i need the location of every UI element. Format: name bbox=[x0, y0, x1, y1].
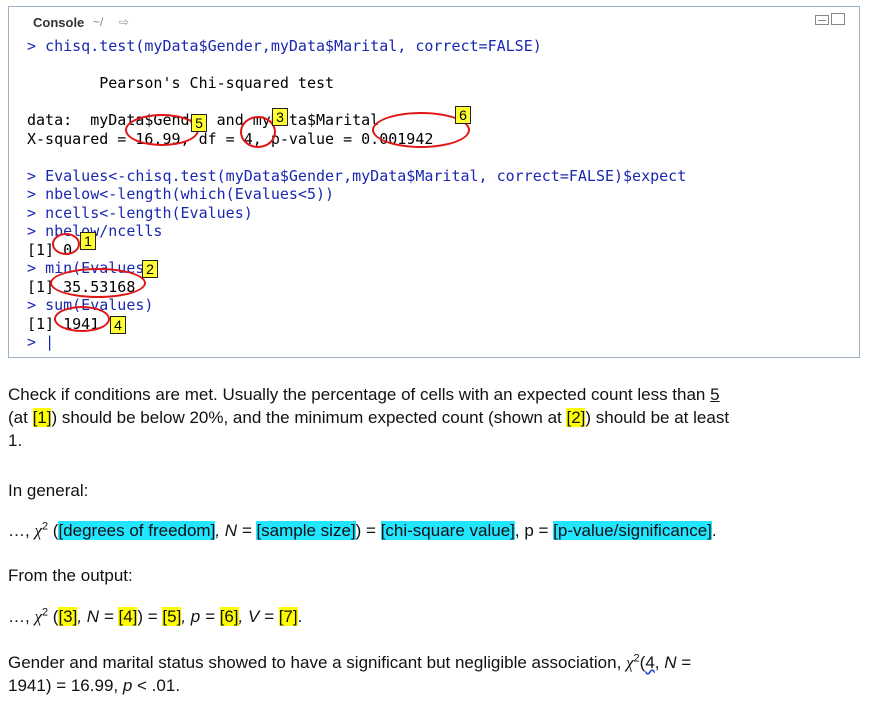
template-text: , p = bbox=[181, 607, 220, 626]
threshold-five: 5 bbox=[710, 385, 720, 404]
template-text: . bbox=[711, 521, 717, 540]
annotation-ellipse-sum bbox=[54, 306, 110, 332]
console-line: > sum(Evalues) bbox=[27, 296, 686, 315]
marker-1: 1 bbox=[80, 232, 96, 250]
annotation-ellipse-min bbox=[50, 268, 146, 298]
conditions-text: ) should be at least bbox=[585, 408, 730, 427]
ref-4: [4] bbox=[118, 607, 138, 626]
template-text: …, bbox=[8, 607, 35, 626]
template-text: , p = bbox=[514, 521, 554, 540]
window-controls bbox=[815, 13, 845, 25]
in-general-text: In general: bbox=[8, 481, 89, 500]
from-output-text: From the output: bbox=[8, 566, 133, 585]
conclusion-text: < .01. bbox=[132, 676, 181, 695]
console-line: > ncells<-length(Evalues) bbox=[27, 204, 686, 223]
console-line: > Evalues<-chisq.test(myData$Gender,myDa… bbox=[27, 167, 686, 186]
console-line: [1] 0 bbox=[27, 241, 686, 260]
placeholder-p-value: [p-value/significance] bbox=[553, 521, 712, 540]
conditions-text: 1. bbox=[8, 431, 23, 450]
conclusion-text: , bbox=[654, 653, 665, 672]
console-path[interactable]: ~/ bbox=[93, 15, 103, 29]
annotation-ellipse-prop-below bbox=[52, 233, 80, 255]
maximize-icon[interactable] bbox=[831, 13, 845, 25]
marker-6: 6 bbox=[455, 106, 471, 124]
console-output[interactable]: > chisq.test(myData$Gender,myData$Marita… bbox=[27, 37, 686, 352]
marker-4: 4 bbox=[110, 316, 126, 334]
console-command: | bbox=[45, 333, 55, 351]
annotation-ellipse-df bbox=[240, 116, 276, 148]
chi-symbol: χ bbox=[626, 653, 634, 672]
console-title: Console bbox=[33, 15, 85, 30]
console-command: nbelow<-length(which(Evalues<5)) bbox=[45, 185, 335, 203]
template-text: ) = bbox=[355, 521, 381, 540]
annotation-ellipse-chisq bbox=[125, 114, 199, 146]
console-command: ncells<-length(Evalues) bbox=[45, 203, 253, 222]
conditions-paragraph: Check if conditions are met. Usually the… bbox=[8, 383, 848, 452]
template-text: , N = bbox=[215, 521, 257, 540]
ref-6: [6] bbox=[219, 607, 239, 626]
conclusion-text: 1941) = 16.99, bbox=[8, 676, 123, 695]
conclusion-text: N bbox=[664, 653, 677, 672]
template-text: . bbox=[297, 607, 303, 626]
console-command: Evalues<-chisq.test(myData$Gender,myData… bbox=[45, 166, 687, 185]
ref-7: [7] bbox=[278, 607, 298, 626]
console-command: chisq.test(myData$Gender,myData$Marital,… bbox=[45, 37, 542, 55]
from-output-label: From the output: bbox=[8, 564, 133, 587]
conditions-text: ) should be below 20%, and the minimum e… bbox=[51, 408, 567, 427]
minimize-icon[interactable] bbox=[815, 15, 829, 25]
conditions-text: Check if conditions are met. Usually the… bbox=[8, 385, 711, 404]
console-header: Console ~/ ⇨ bbox=[9, 7, 859, 37]
general-template: …, χ2 ([degrees of freedom], N = [sample… bbox=[8, 519, 717, 542]
console-prompt: > bbox=[27, 296, 46, 314]
conclusion-text: p bbox=[122, 676, 133, 695]
in-general-label: In general: bbox=[8, 479, 88, 502]
output-template: …, χ2 ([3], N = [4]) = [5], p = [6], V =… bbox=[8, 605, 302, 628]
df-value: 4 bbox=[645, 653, 655, 672]
marker-2: 2 bbox=[142, 260, 158, 278]
console-prompt: > bbox=[27, 222, 46, 240]
console-prompt: > bbox=[27, 37, 46, 55]
console-line: > chisq.test(myData$Gender,myData$Marita… bbox=[27, 37, 686, 56]
goto-directory-icon[interactable]: ⇨ bbox=[119, 15, 129, 29]
placeholder-df: [degrees of freedom] bbox=[58, 521, 216, 540]
console-prompt: > bbox=[27, 203, 46, 222]
ref-5: [5] bbox=[162, 607, 182, 626]
ref-2: [2] bbox=[566, 408, 586, 427]
conclusion-text: Gender and marital status showed to have… bbox=[8, 653, 627, 672]
console-line: > nbelow/ncells bbox=[27, 222, 686, 241]
chi-symbol: χ bbox=[34, 607, 42, 626]
console-prompt: > bbox=[27, 333, 46, 351]
placeholder-chi-value: [chi-square value] bbox=[380, 521, 515, 540]
template-text: ( bbox=[48, 521, 59, 540]
conditions-text: (at bbox=[8, 408, 33, 427]
ref-1: [1] bbox=[32, 408, 52, 427]
template-text: …, bbox=[8, 521, 35, 540]
console-prompt: > bbox=[27, 185, 46, 203]
console-line: Pearson's Chi-squared test bbox=[27, 74, 686, 93]
console-line: > nbelow<-length(which(Evalues<5)) bbox=[27, 185, 686, 204]
console-prompt: > bbox=[27, 259, 46, 277]
conclusion-paragraph: Gender and marital status showed to have… bbox=[8, 651, 848, 697]
marker-3: 3 bbox=[272, 108, 288, 126]
template-text: , N = bbox=[77, 607, 119, 626]
template-text: ( bbox=[48, 607, 59, 626]
console-line: > | bbox=[27, 333, 686, 352]
ref-3: [3] bbox=[58, 607, 78, 626]
console-output-text: Pearson's Chi-squared test bbox=[27, 74, 335, 92]
template-text: ) = bbox=[137, 607, 163, 626]
conclusion-text: = bbox=[676, 653, 692, 672]
template-text: , V = bbox=[238, 607, 279, 626]
chi-symbol: χ bbox=[34, 521, 42, 540]
placeholder-sample-size: [sample size] bbox=[256, 521, 356, 540]
marker-5: 5 bbox=[191, 114, 207, 132]
console-panel: Console ~/ ⇨ > chisq.test(myData$Gender,… bbox=[8, 6, 860, 358]
console-prompt: > bbox=[27, 166, 46, 185]
